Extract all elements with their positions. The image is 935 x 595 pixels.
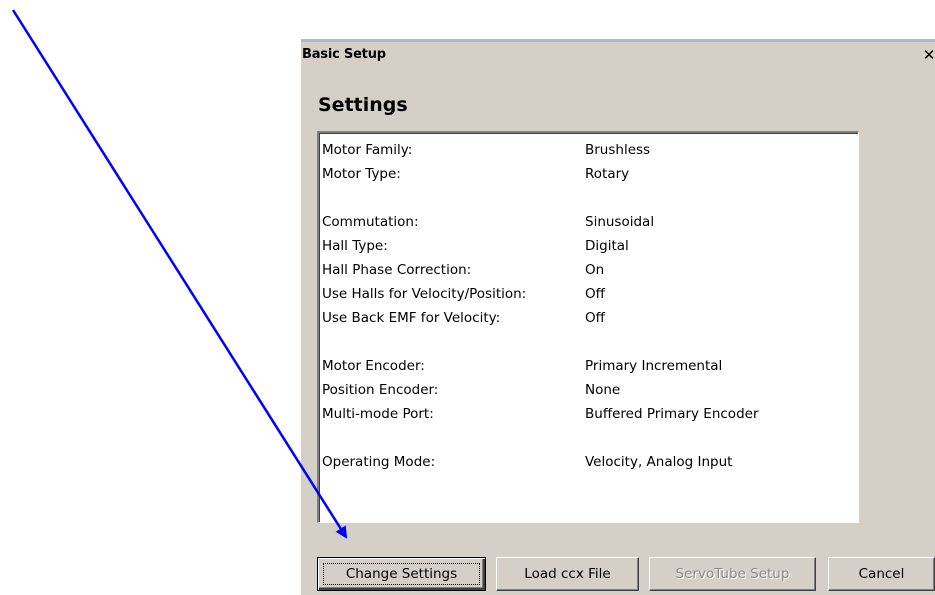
settings-row: Multi-mode Port: Buffered Primary Encoder (322, 402, 852, 426)
settings-row: Motor Encoder: Primary Incremental (322, 354, 852, 378)
setting-label: Hall Phase Correction: (322, 262, 472, 278)
settings-row: Use Back EMF for Velocity: Off (322, 306, 852, 330)
basic-setup-dialog: Basic Setup ✕ Settings Motor Family: Brus… (300, 38, 935, 595)
setting-label: Use Halls for Velocity/Position: (322, 286, 527, 302)
cancel-button[interactable]: Cancel (828, 557, 935, 591)
setting-value: Off (585, 310, 605, 326)
setting-value: Digital (585, 238, 629, 254)
setting-value: Sinusoidal (585, 214, 655, 230)
setting-value: Buffered Primary Encoder (585, 406, 759, 422)
setting-label: Motor Type: (322, 166, 401, 182)
settings-list: Motor Family: Brushless Motor Type: Rotary C… (322, 138, 852, 474)
title-bar-shade (301, 39, 935, 42)
servotube-setup-button[interactable]: ServoTube Setup (649, 557, 816, 591)
setting-value: Rotary (585, 166, 630, 182)
settings-row: Operating Mode: Velocity, Analog Input (322, 450, 852, 474)
setting-label: Multi-mode Port: (322, 406, 434, 422)
setting-value: None (585, 382, 621, 398)
setting-value: Off (585, 286, 605, 302)
settings-row: Use Halls for Velocity/Position: Off (322, 282, 852, 306)
settings-row: Commutation: Sinusoidal (322, 210, 852, 234)
settings-row: Hall Phase Correction: On (322, 258, 852, 282)
close-icon[interactable]: ✕ (919, 46, 935, 64)
setting-label: Commutation: (322, 214, 419, 230)
settings-panel: Motor Family: Brushless Motor Type: Rotary C… (317, 131, 859, 523)
change-settings-label: Change Settings (345, 566, 458, 582)
setting-label: Motor Family: (322, 142, 413, 158)
settings-heading: Settings (318, 94, 408, 116)
window-title: Basic Setup (302, 47, 386, 62)
servotube-setup-label: ServoTube Setup (675, 566, 790, 582)
settings-row: Motor Type: Rotary (322, 162, 852, 186)
screenshot-canvas: Basic Setup ✕ Settings Motor Family: Brus… (0, 0, 935, 595)
settings-row: Motor Family: Brushless (322, 138, 852, 162)
setting-value: On (585, 262, 605, 278)
load-ccx-file-button[interactable]: Load ccx File (496, 557, 639, 591)
setting-label: Use Back EMF for Velocity: (322, 310, 501, 326)
setting-label: Hall Type: (322, 238, 388, 254)
setting-value: Velocity, Analog Input (585, 454, 733, 470)
title-bar[interactable]: Basic Setup ✕ (301, 39, 935, 65)
setting-label: Position Encoder: (322, 382, 439, 398)
setting-label: Operating Mode: (322, 454, 436, 470)
setting-value: Brushless (585, 142, 651, 158)
cancel-label: Cancel (858, 566, 905, 582)
setting-label: Motor Encoder: (322, 358, 425, 374)
arrow-line (11, 9, 348, 539)
load-ccx-file-label: Load ccx File (524, 566, 611, 582)
settings-row: Hall Type: Digital (322, 234, 852, 258)
setting-value: Primary Incremental (585, 358, 723, 374)
change-settings-button[interactable]: Change Settings (317, 557, 486, 591)
settings-row: Position Encoder: None (322, 378, 852, 402)
